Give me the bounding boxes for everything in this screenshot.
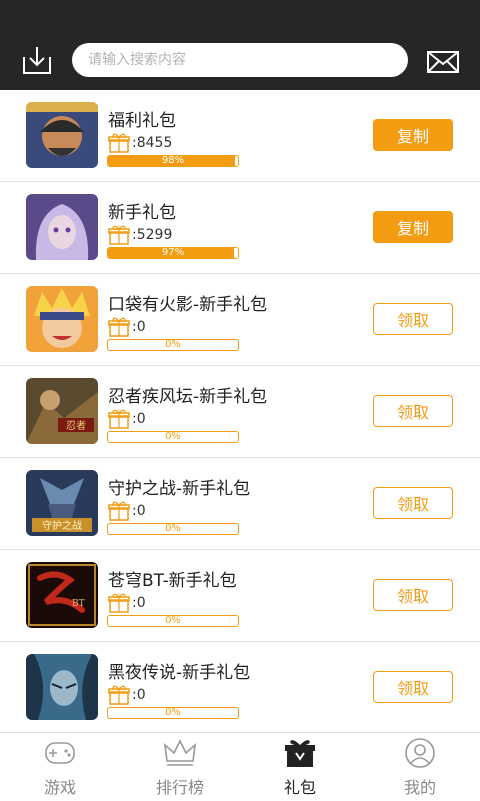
game-thumbnail[interactable] <box>26 654 98 720</box>
gift-count-value: :0 <box>132 319 146 335</box>
progress-bar: 0% <box>107 615 239 627</box>
gift-count-value: :5299 <box>132 227 173 243</box>
progress-bar: 0% <box>107 339 239 351</box>
tab-label: 排行榜 <box>155 778 204 797</box>
gift-icon <box>108 685 130 705</box>
game-thumbnail[interactable] <box>26 102 98 168</box>
copy-button[interactable]: 复制 <box>373 211 453 243</box>
search-input[interactable] <box>86 51 408 69</box>
gift-item: 口袋有火影-新手礼包 :0 0% 领取 <box>0 274 480 366</box>
gift-title: 忍者疾风坛-新手礼包 <box>108 387 268 407</box>
tab-games[interactable]: 游戏 <box>0 733 120 801</box>
gift-item: 守护之战 守护之战-新手礼包 :0 0% 领取 <box>0 458 480 550</box>
gift-title: 黑夜传说-新手礼包 <box>108 663 251 683</box>
gift-count: :0 <box>108 593 146 613</box>
tab-ranking[interactable]: 排行榜 <box>120 733 240 801</box>
gift-item: 黑夜传说-新手礼包 :0 0% 领取 <box>0 642 480 734</box>
gift-count: :0 <box>108 409 146 429</box>
crown-icon <box>162 737 198 769</box>
gift-icon <box>108 501 130 521</box>
gift-count-value: :0 <box>132 595 146 611</box>
gift-count: :0 <box>108 501 146 521</box>
gamepad-icon <box>42 737 78 769</box>
tab-label: 礼包 <box>283 778 316 797</box>
bottom-tab-bar: 游戏 排行榜 礼包 我的 <box>0 732 480 801</box>
game-thumbnail[interactable]: 守护之战 <box>26 470 98 536</box>
gift-icon <box>108 225 130 245</box>
download-icon[interactable] <box>20 43 54 77</box>
mail-icon[interactable] <box>426 45 460 79</box>
svg-text:BT: BT <box>72 599 85 609</box>
app-header <box>0 0 480 90</box>
tab-gifts[interactable]: 礼包 <box>240 733 360 801</box>
gift-icon <box>108 133 130 153</box>
gift-title: 福利礼包 <box>108 111 176 131</box>
gift-item: 福利礼包 :8455 98% 复制 <box>0 90 480 182</box>
game-thumbnail[interactable] <box>26 286 98 352</box>
progress-bar: 97% <box>107 247 239 259</box>
gift-title: 口袋有火影-新手礼包 <box>108 295 268 315</box>
claim-button[interactable]: 领取 <box>373 303 453 335</box>
gift-icon <box>108 593 130 613</box>
tab-mine[interactable]: 我的 <box>360 733 480 801</box>
gift-box-icon <box>282 737 318 769</box>
progress-label: 97% <box>161 247 185 258</box>
progress-label: 0% <box>165 431 181 442</box>
gift-count: :0 <box>108 685 146 705</box>
claim-button[interactable]: 领取 <box>373 579 453 611</box>
game-thumbnail[interactable] <box>26 194 98 260</box>
gift-item: 新手礼包 :5299 97% 复制 <box>0 182 480 274</box>
claim-button[interactable]: 领取 <box>373 487 453 519</box>
gift-icon <box>108 317 130 337</box>
gift-count-value: :0 <box>132 411 146 427</box>
progress-label: 0% <box>165 339 181 350</box>
gift-count-value: :0 <box>132 503 146 519</box>
gift-count: :5299 <box>108 225 172 245</box>
progress-bar: 98% <box>107 155 239 167</box>
progress-label: 0% <box>165 707 181 718</box>
gift-title: 新手礼包 <box>108 203 176 223</box>
progress-label: 98% <box>161 155 185 166</box>
svg-text:忍者: 忍者 <box>66 420 86 432</box>
gift-title: 苍穹BT-新手礼包 <box>108 571 237 591</box>
tab-label: 我的 <box>403 778 436 797</box>
svg-text:守护之战: 守护之战 <box>42 519 82 532</box>
game-thumbnail[interactable]: 忍者 <box>26 378 98 444</box>
gift-count: :0 <box>108 317 146 337</box>
gift-count-value: :0 <box>132 687 146 703</box>
tab-label: 游戏 <box>43 778 76 797</box>
claim-button[interactable]: 领取 <box>373 395 453 427</box>
game-thumbnail[interactable]: BT <box>26 562 98 628</box>
progress-label: 0% <box>165 523 181 534</box>
gift-item: 忍者 忍者疾风坛-新手礼包 :0 0% 领取 <box>0 366 480 458</box>
gift-item: BT 苍穹BT-新手礼包 :0 0% 领取 <box>0 550 480 642</box>
gift-list: 福利礼包 :8455 98% 复制 新手礼包 :5299 97% 复制 口袋有火 <box>0 90 480 734</box>
search-box[interactable] <box>72 43 408 77</box>
progress-bar: 0% <box>107 431 239 443</box>
gift-icon <box>108 409 130 429</box>
gift-title: 守护之战-新手礼包 <box>108 479 251 499</box>
claim-button[interactable]: 领取 <box>373 671 453 703</box>
progress-label: 0% <box>165 615 181 626</box>
gift-count-value: :8455 <box>132 135 173 151</box>
user-icon <box>402 737 438 769</box>
progress-bar: 0% <box>107 707 239 719</box>
gift-count: :8455 <box>108 133 172 153</box>
progress-bar: 0% <box>107 523 239 535</box>
copy-button[interactable]: 复制 <box>373 119 453 151</box>
